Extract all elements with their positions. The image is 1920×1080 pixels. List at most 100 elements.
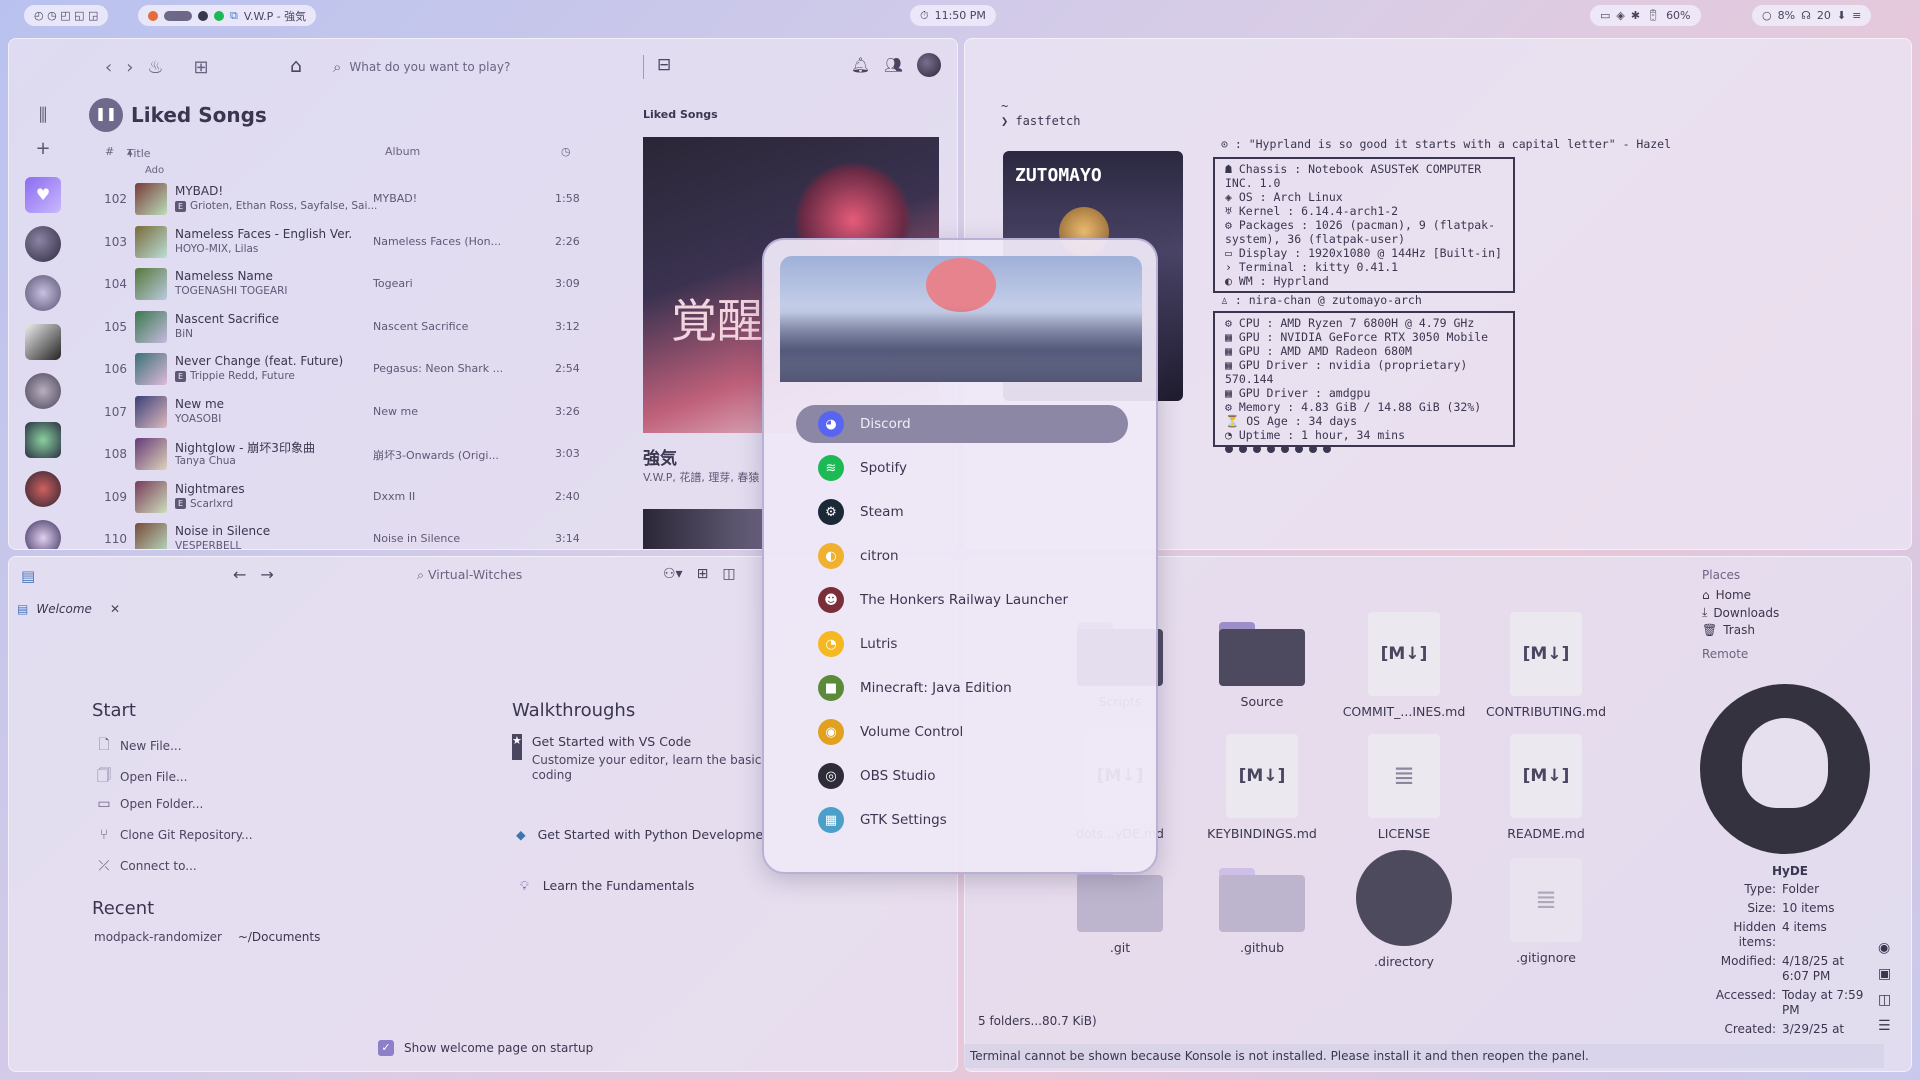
launcher-item-spotify[interactable]: ≋ Spotify bbox=[796, 449, 1128, 487]
walkthrough-python[interactable]: ◆ Get Started with Python Development bbox=[516, 827, 762, 842]
add-icon[interactable]: + bbox=[21, 138, 65, 159]
menu-icon[interactable]: ☰ bbox=[1878, 1018, 1891, 1034]
track-artist[interactable]: BiN bbox=[175, 328, 193, 340]
spotify-taskbar-icon[interactable] bbox=[164, 10, 192, 21]
clock-pill[interactable]: ⏱ 11:50 PM bbox=[910, 5, 996, 26]
track-row[interactable]: 105 Nascent Sacrifice BiN Nascent Sacrifice… bbox=[89, 305, 599, 348]
playlist-thumb[interactable] bbox=[25, 324, 61, 360]
track-art[interactable] bbox=[135, 395, 167, 428]
track-row[interactable]: 103 Nameless Faces - English Ver. HOYO-MIX… bbox=[89, 220, 599, 263]
bell-icon[interactable]: 🔔︎ bbox=[851, 56, 870, 74]
file-item[interactable]: [M↓] COMMIT_...INES.md bbox=[1339, 612, 1469, 719]
playlist-thumb[interactable] bbox=[25, 373, 61, 409]
track-row[interactable]: 102 MYBAD! E Grioten, Ethan Ross, Sayfalse,… bbox=[89, 177, 599, 220]
launcher-item-honkers[interactable]: ☻ The Honkers Railway Launcher bbox=[796, 581, 1128, 619]
clone-repo-link[interactable]: ⑂ Clone Git Repository... bbox=[96, 827, 253, 843]
track-album[interactable]: Togeari bbox=[373, 277, 503, 290]
friends-icon[interactable]: 👥︎ bbox=[884, 56, 903, 74]
track-art[interactable] bbox=[135, 480, 167, 513]
search-bar[interactable]: ⌕ What do you want to play? bbox=[333, 53, 643, 81]
track-artist[interactable]: Tanya Chua bbox=[175, 455, 236, 467]
playlist-thumb[interactable] bbox=[25, 275, 61, 311]
launcher-item-discord[interactable]: ◕ Discord bbox=[796, 405, 1128, 443]
back-icon[interactable]: ‹ bbox=[105, 57, 112, 78]
track-art[interactable] bbox=[135, 310, 167, 343]
vscode-icon[interactable]: ⧉ bbox=[230, 9, 238, 23]
eye-icon[interactable]: ◉ bbox=[1878, 940, 1891, 956]
new-file-link[interactable]: 🗋︎ New File... bbox=[96, 734, 181, 758]
workspace-name[interactable]: Virtual-Witches bbox=[428, 567, 522, 582]
place-downloads[interactable]: ⤓ Downloads bbox=[1702, 605, 1779, 620]
launcher-item-minecraft[interactable]: ■ Minecraft: Java Edition bbox=[796, 669, 1128, 707]
home-icon[interactable]: ⌂ bbox=[290, 55, 302, 77]
track-artist[interactable]: Grioten, Ethan Ross, Sayfalse, Sai... bbox=[190, 200, 377, 212]
launcher-item-lutris[interactable]: ◔ Lutris bbox=[796, 625, 1128, 663]
menu-icon[interactable]: ≡ bbox=[1852, 9, 1861, 22]
bluetooth-icon[interactable]: ✱ bbox=[1631, 9, 1640, 22]
open-folder-link[interactable]: ▭ Open Folder... bbox=[96, 796, 203, 812]
terminal-toggle-icon[interactable]: ▣ bbox=[1878, 966, 1891, 982]
launcher-item-gtk-settings[interactable]: ▦ GTK Settings bbox=[796, 801, 1128, 839]
track-artist[interactable]: HOYO-MIX, Lilas bbox=[175, 243, 258, 255]
file-item[interactable]: [M↓] README.md bbox=[1481, 734, 1611, 841]
place-home[interactable]: ⌂ Home bbox=[1702, 588, 1779, 602]
col-title[interactable]: Title ▴ bbox=[127, 145, 151, 160]
accounts-icon[interactable]: ⚇▾ bbox=[663, 566, 683, 582]
track-title[interactable]: Nightglow - 崩坏3印象曲 bbox=[175, 439, 315, 456]
track-art[interactable] bbox=[135, 353, 167, 385]
next-cover[interactable] bbox=[643, 509, 763, 549]
track-title[interactable]: Nameless Name bbox=[175, 269, 273, 283]
back-icon[interactable]: ← bbox=[233, 565, 246, 584]
track-title[interactable]: Nightmares bbox=[175, 482, 245, 496]
track-art[interactable] bbox=[135, 268, 167, 300]
place-trash[interactable]: 🗑︎ Trash bbox=[1702, 623, 1779, 637]
track-artist[interactable]: YOASOBI bbox=[175, 413, 221, 425]
walkthrough-vscode[interactable]: ★ Get Started with VS Code Customize you… bbox=[512, 734, 762, 783]
file-item[interactable]: Source bbox=[1197, 612, 1327, 709]
pause-button[interactable]: ❚❚ bbox=[89, 98, 123, 132]
track-art[interactable] bbox=[135, 523, 167, 549]
track-row[interactable]: 107 New me YOASOBI New me 3:26 bbox=[89, 390, 599, 433]
track-artist[interactable]: TOGENASHI TOGEARI bbox=[175, 285, 288, 297]
playlist-thumb[interactable] bbox=[25, 520, 61, 549]
show-welcome-checkbox[interactable]: ✓ Show welcome page on startup bbox=[378, 1040, 593, 1056]
taskbar-apps[interactable]: ⧉ V.W.P - 強気 bbox=[138, 5, 317, 26]
track-title[interactable]: Nameless Faces - English Ver. bbox=[175, 227, 352, 241]
track-album[interactable]: Dxxm II bbox=[373, 490, 503, 503]
forward-icon[interactable]: → bbox=[260, 565, 273, 584]
track-row[interactable]: 110 Noise in Silence VESPERBELL Noise in Si… bbox=[89, 517, 599, 549]
track-title[interactable]: Never Change (feat. Future) bbox=[175, 354, 343, 368]
track-album[interactable]: Nameless Faces (Hon... bbox=[373, 235, 503, 248]
checkbox-checked[interactable]: ✓ bbox=[378, 1040, 394, 1056]
col-album[interactable]: Album bbox=[385, 145, 420, 158]
launcher-item-steam[interactable]: ⚙ Steam bbox=[796, 493, 1128, 531]
track-row[interactable]: 109 Nightmares E Scarlxrd Dxxm II 2:40 bbox=[89, 475, 599, 518]
command-center[interactable]: ⌕ Virtual-Witches bbox=[417, 567, 522, 583]
file-item[interactable]: .github bbox=[1197, 858, 1327, 955]
track-title[interactable]: Noise in Silence bbox=[175, 524, 270, 538]
playlist-thumb[interactable] bbox=[25, 422, 61, 458]
connect-link[interactable]: ⤫ Connect to... bbox=[96, 858, 196, 874]
track-art[interactable] bbox=[135, 225, 167, 258]
panel-icon[interactable]: ◫ bbox=[722, 566, 735, 582]
workspace-indicator[interactable]: ◴ ◷ ◰ ◱ ◲ bbox=[24, 5, 109, 26]
track-album[interactable]: Noise in Silence bbox=[373, 532, 503, 545]
search-input[interactable]: What do you want to play? bbox=[349, 60, 510, 74]
flame-icon[interactable]: ♨ bbox=[147, 57, 163, 78]
file-item[interactable]: ≣ .gitignore bbox=[1481, 858, 1611, 965]
recent-name[interactable]: modpack-randomizer bbox=[94, 930, 222, 944]
file-item[interactable]: [M↓] KEYBINDINGS.md bbox=[1197, 734, 1327, 841]
track-album[interactable]: Nascent Sacrifice bbox=[373, 320, 503, 333]
track-artist[interactable]: VESPERBELL bbox=[175, 540, 241, 549]
track-album[interactable]: New me bbox=[373, 405, 503, 418]
track-row[interactable]: 106 Never Change (feat. Future) E Trippie R… bbox=[89, 347, 599, 390]
forward-icon[interactable]: › bbox=[126, 57, 133, 78]
recent-item[interactable]: modpack-randomizer ~/Documents bbox=[94, 930, 320, 944]
track-album[interactable]: 崩坏3-Onwards (Origi... bbox=[373, 447, 503, 463]
firefox-icon[interactable] bbox=[148, 10, 158, 21]
track-artist[interactable]: Trippie Redd, Future bbox=[190, 370, 295, 382]
launcher-item-citron[interactable]: ◐ citron bbox=[796, 537, 1128, 575]
track-title[interactable]: New me bbox=[175, 397, 224, 411]
workspace-icons[interactable]: ◴ ◷ ◰ ◱ ◲ bbox=[34, 9, 98, 22]
system-tray[interactable]: ▭ ◈ ✱ 🔋︎ 60% bbox=[1590, 5, 1701, 26]
